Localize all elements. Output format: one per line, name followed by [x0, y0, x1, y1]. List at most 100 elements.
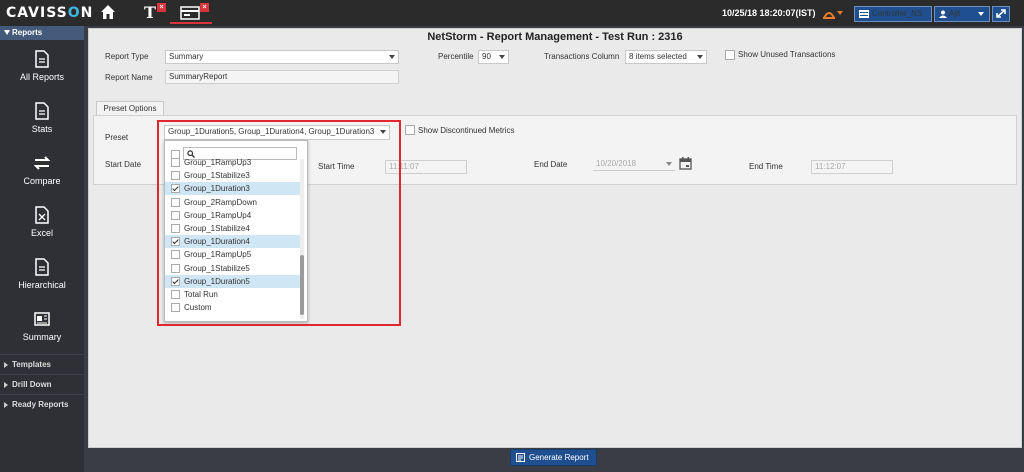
- report-type-select[interactable]: Summary: [165, 50, 399, 64]
- start-time-label: Start Time: [318, 162, 355, 171]
- report-name-label: Report Name: [105, 73, 153, 82]
- dropdown-option-label: Custom: [184, 303, 212, 313]
- excel-icon: [35, 206, 49, 224]
- sidebar-item-all-reports[interactable]: All Reports: [0, 44, 84, 92]
- checked-checkbox[interactable]: [171, 184, 180, 194]
- document-icon: [35, 258, 49, 276]
- preset-select[interactable]: Group_1Duration5, Group_1Duration4, Grou…: [164, 125, 390, 140]
- checkbox[interactable]: [171, 303, 180, 313]
- checkbox[interactable]: [171, 197, 180, 207]
- checkbox[interactable]: [171, 263, 180, 273]
- dropdown-option[interactable]: Group_1RampUp3: [165, 156, 300, 169]
- sidebar-section-reports[interactable]: Reports: [0, 26, 84, 40]
- swap-arrows-icon: [34, 156, 50, 170]
- top-bar: CAVISSON T × × 10/25/18 18:20:07(IST) Con…: [0, 0, 1024, 26]
- dropdown-option-label: Group_1RampUp5: [184, 250, 252, 260]
- scrollbar-thumb[interactable]: [300, 255, 304, 315]
- user-menu-button[interactable]: Ajit: [934, 6, 990, 22]
- end-date-label: End Date: [534, 160, 568, 169]
- end-time-label: End Time: [749, 162, 783, 171]
- server-datetime: 10/25/18 18:20:07(IST): [722, 8, 816, 18]
- dropdown-option-label: Group_1RampUp3: [184, 158, 252, 167]
- sidebar-item-hierarchical[interactable]: Hierarchical: [0, 252, 84, 300]
- caret-right-icon: [4, 382, 8, 388]
- checkbox[interactable]: [171, 210, 180, 220]
- dropdown-scrollbar[interactable]: [300, 159, 304, 319]
- chevron-down-icon: [499, 55, 505, 59]
- checkbox[interactable]: [171, 158, 180, 167]
- end-date-input[interactable]: 10/20/2018: [593, 158, 675, 171]
- transactions-column-label: Transactions Column: [544, 52, 620, 61]
- dropdown-option[interactable]: Group_1Stabilize3: [165, 169, 300, 182]
- checkbox[interactable]: [171, 250, 180, 260]
- chevron-down-icon: [666, 162, 672, 166]
- dropdown-option[interactable]: Group_1RampUp4: [165, 209, 300, 222]
- dropdown-option-label: Total Run: [184, 290, 218, 299]
- sidebar-section-templates[interactable]: Templates: [0, 354, 84, 375]
- report-icon: [516, 453, 525, 462]
- home-icon[interactable]: [100, 4, 116, 20]
- test-run-icon[interactable]: T ×: [142, 3, 168, 22]
- preset-dropdown-list: Group_1RampUp3 Group_1Stabilize3 Group_1Du…: [164, 140, 308, 322]
- calendar-icon[interactable]: [679, 157, 692, 170]
- start-time-input[interactable]: 11:11:07: [385, 160, 467, 174]
- show-unused-transactions-label: Show Unused Transactions: [738, 50, 836, 59]
- dropdown-option[interactable]: Group_2RampDown: [165, 196, 300, 209]
- user-icon: [939, 10, 947, 18]
- document-icon: [35, 102, 49, 120]
- show-discontinued-metrics-checkbox[interactable]: [405, 125, 415, 135]
- generate-report-button[interactable]: Generate Report: [510, 449, 597, 466]
- dropdown-option[interactable]: Total Run: [165, 288, 300, 301]
- expand-icon: [996, 9, 1006, 18]
- report-name-input[interactable]: SummaryReport: [165, 70, 399, 84]
- sidebar-section-ready-reports[interactable]: Ready Reports: [0, 394, 84, 415]
- dropdown-option[interactable]: Custom: [165, 301, 300, 314]
- alert-icon[interactable]: [822, 6, 844, 20]
- checked-checkbox[interactable]: [171, 237, 180, 247]
- sidebar-item-compare[interactable]: Compare: [0, 148, 84, 196]
- cavisson-logo: CAVISSON: [6, 5, 94, 21]
- caret-right-icon: [4, 402, 8, 408]
- caret-down-icon: [4, 30, 10, 35]
- dropdown-option[interactable]: Group_1RampUp5: [165, 248, 300, 261]
- start-date-label: Start Date: [105, 160, 142, 169]
- show-unused-transactions-checkbox[interactable]: [725, 50, 735, 60]
- chevron-down-icon: [697, 55, 703, 59]
- chevron-down-icon: [380, 130, 386, 134]
- chevron-down-icon: [978, 12, 984, 16]
- checkbox[interactable]: [171, 171, 180, 181]
- sidebar-item-summary[interactable]: Summary: [0, 304, 84, 352]
- checkbox[interactable]: [171, 290, 180, 299]
- transactions-column-select[interactable]: 8 items selected: [625, 50, 707, 64]
- show-discontinued-metrics-label: Show Discontinued Metrics: [418, 126, 515, 135]
- document-icon: [35, 50, 49, 68]
- preset-label: Preset: [105, 133, 129, 142]
- end-time-input[interactable]: 11:12:07: [811, 160, 893, 174]
- server-icon: [859, 10, 869, 18]
- dropdown-option[interactable]: Group_1Stabilize4: [165, 222, 300, 235]
- dropdown-option-label: Group_1Stabilize4: [184, 224, 250, 233]
- report-type-label: Report Type: [105, 52, 149, 61]
- sidebar-section-drill-down[interactable]: Drill Down: [0, 374, 84, 395]
- dropdown-option[interactable]: Group_1Duration5: [165, 274, 300, 288]
- sidebar-item-stats[interactable]: Stats: [0, 96, 84, 144]
- tab-preset-options[interactable]: Preset Options: [96, 101, 164, 116]
- close-icon[interactable]: ×: [157, 3, 166, 12]
- page-title: NetStorm - Report Management - Test Run …: [427, 31, 683, 43]
- percentile-select[interactable]: 90: [478, 50, 509, 64]
- report-card-icon[interactable]: ×: [170, 3, 212, 24]
- controller-button[interactable]: Controller_NS: [854, 6, 932, 22]
- dropdown-option-label: Group_1Stabilize5: [184, 263, 250, 273]
- dropdown-option[interactable]: Group_1Duration4: [165, 235, 300, 249]
- dropdown-option[interactable]: Group_1Stabilize5: [165, 262, 300, 275]
- dropdown-option-label: Group_1Stabilize3: [184, 171, 250, 181]
- dropdown-option-label: Group_1Duration5: [184, 276, 250, 286]
- dropdown-option[interactable]: Group_1Duration3: [165, 182, 300, 196]
- checked-checkbox[interactable]: [171, 276, 180, 286]
- checkbox[interactable]: [171, 224, 180, 233]
- close-icon[interactable]: ×: [200, 3, 209, 12]
- fullscreen-button[interactable]: [992, 6, 1010, 22]
- sidebar-item-excel[interactable]: Excel: [0, 200, 84, 248]
- percentile-label: Percentile: [438, 52, 474, 61]
- chevron-down-icon: [389, 55, 395, 59]
